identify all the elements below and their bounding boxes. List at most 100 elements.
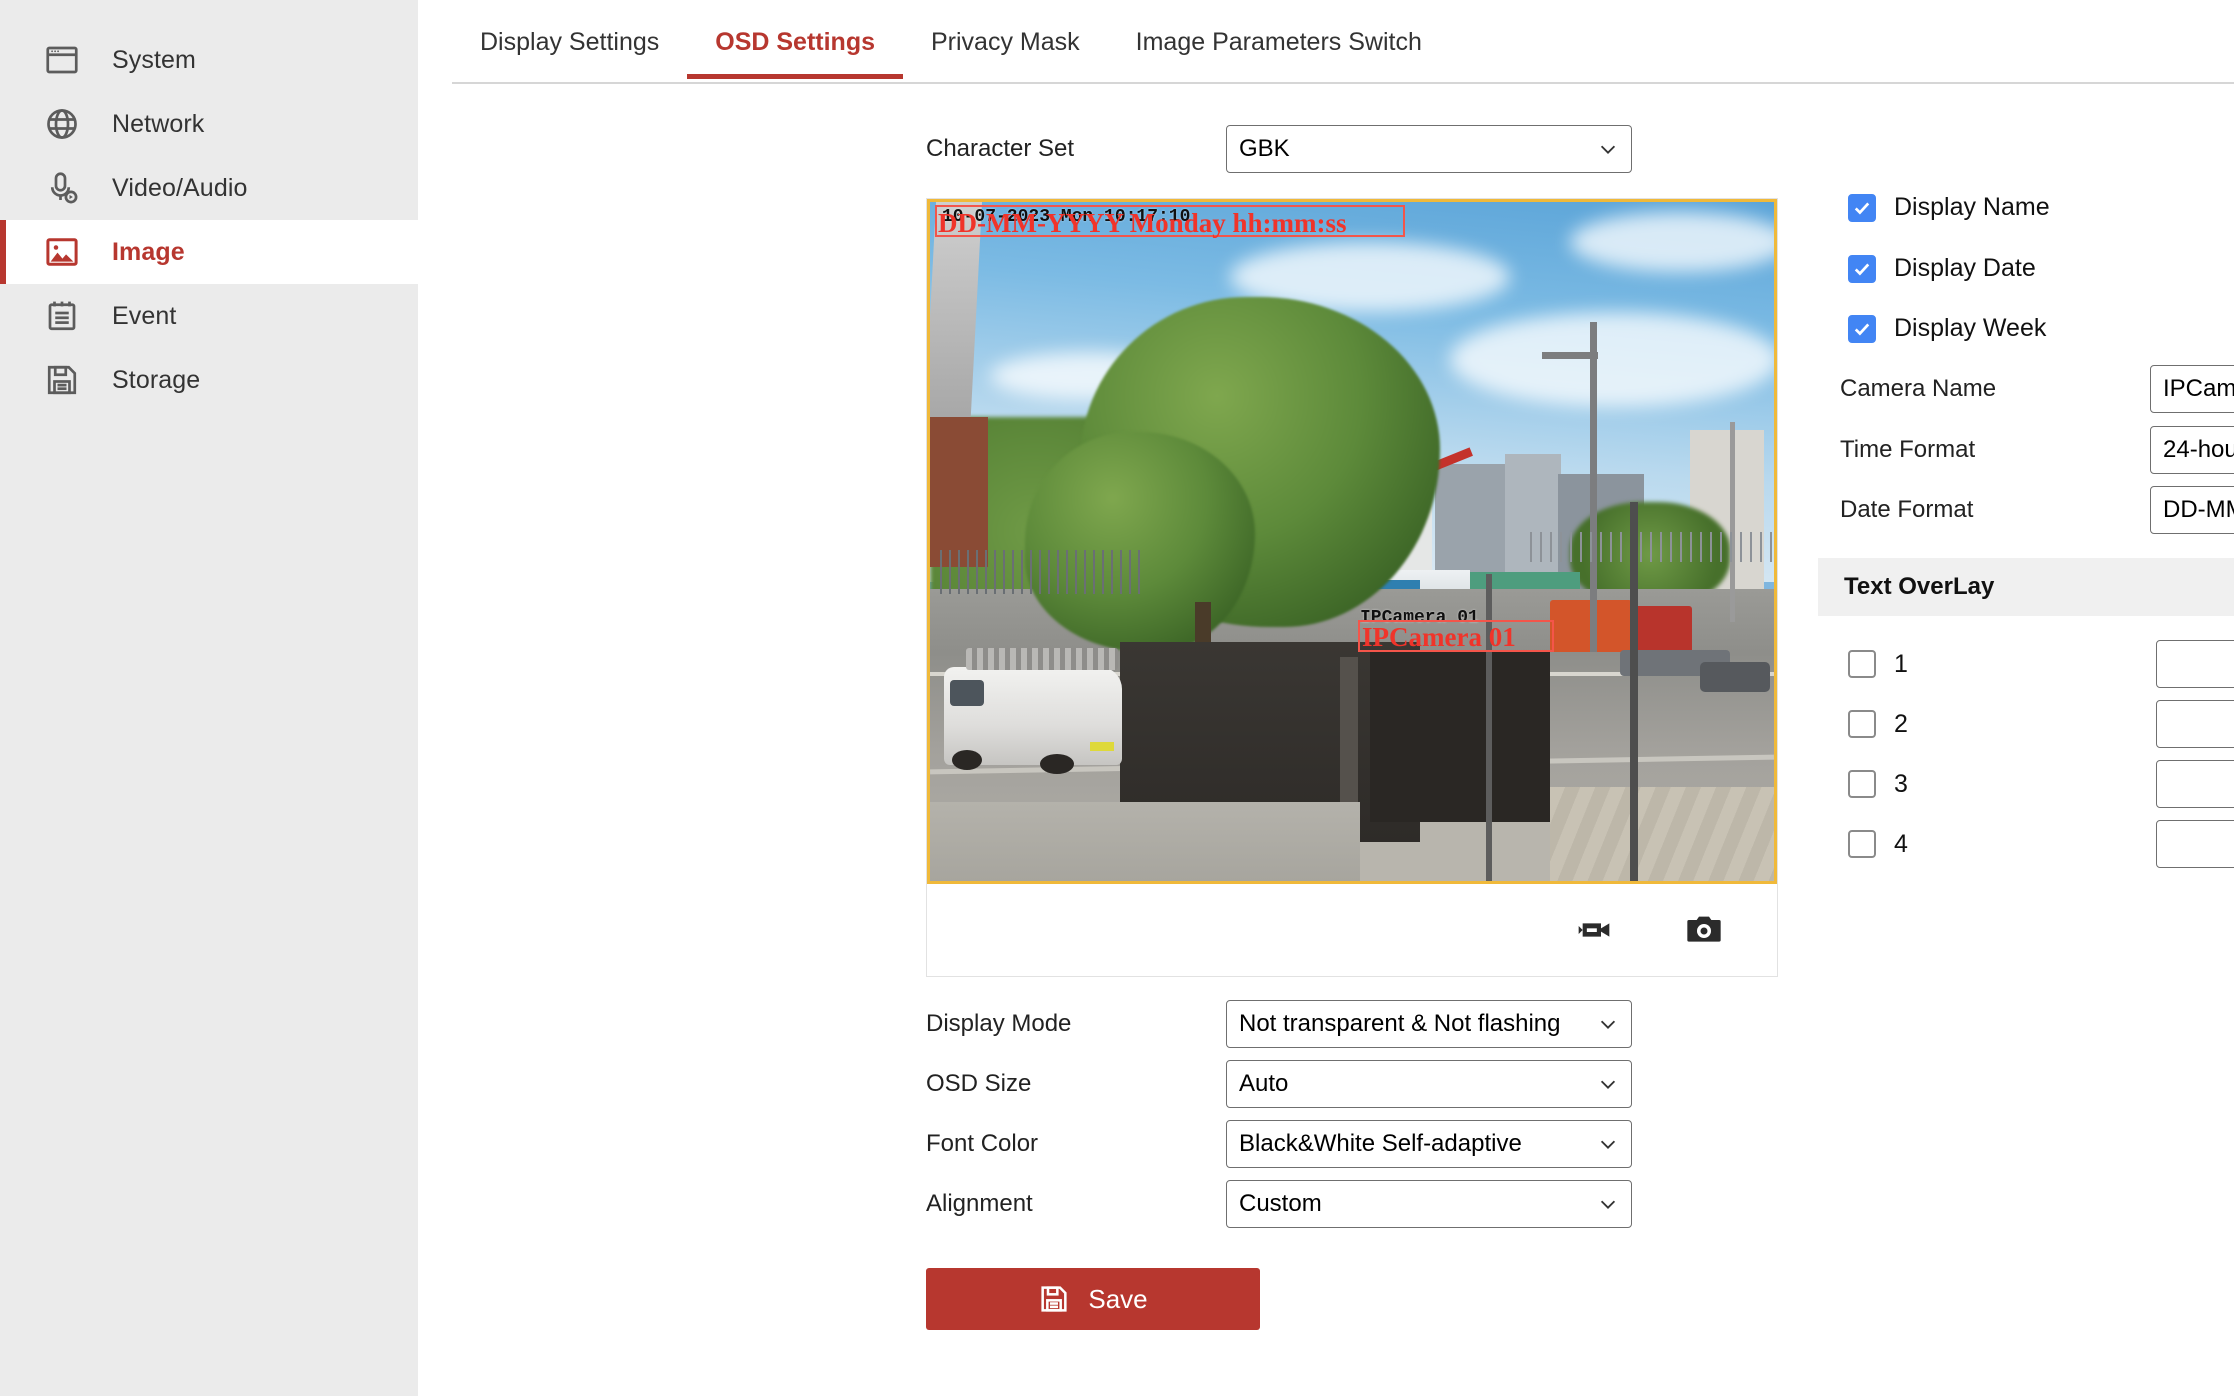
time-format-select[interactable]: 24-hour [2150, 426, 2234, 474]
tree-canopy [1025, 432, 1255, 652]
display-mode-select[interactable]: Not transparent & Not flashing [1226, 1000, 1632, 1048]
railing-fence [940, 550, 1140, 594]
text-overlay-title: Text OverLay [1844, 573, 1994, 601]
osd-settings-page: System Network [0, 0, 2234, 1396]
camera-name-input[interactable]: IPCamera 01 [2150, 365, 2234, 413]
display-date-checkbox-row[interactable]: Display Date [1848, 254, 2036, 283]
display-date-checkbox[interactable] [1848, 255, 1876, 283]
text-overlay-input-4[interactable] [2156, 820, 2234, 868]
image-icon [42, 232, 82, 272]
pole [1630, 502, 1638, 884]
text-overlay-input-3[interactable] [2156, 760, 2234, 808]
date-format-select[interactable]: DD-MM-YYYY [2150, 486, 2234, 534]
font-color-row: Font Color Black&White Self-adaptive [926, 1120, 1632, 1168]
tab-image-parameters-switch[interactable]: Image Parameters Switch [1108, 22, 1450, 77]
lamp-post [1590, 322, 1597, 652]
text-overlay-index-4: 4 [1894, 830, 2156, 859]
tab-bar: Display Settings OSD Settings Privacy Ma… [452, 22, 2234, 84]
date-format-label: Date Format [1840, 496, 2150, 524]
osd-size-select[interactable]: Auto [1226, 1060, 1632, 1108]
text-overlay-row: 2 [1848, 700, 2234, 748]
video-toolbar [927, 884, 1777, 976]
display-mode-label: Display Mode [926, 1010, 1226, 1038]
alignment-value: Custom [1239, 1190, 1591, 1218]
photo-camera-icon[interactable] [1683, 909, 1725, 951]
van-wheel [952, 750, 982, 770]
text-overlay-checkbox-3[interactable] [1848, 770, 1876, 798]
sidebar-item-storage[interactable]: Storage [0, 348, 418, 412]
font-color-select[interactable]: Black&White Self-adaptive [1226, 1120, 1632, 1168]
window-icon [42, 40, 82, 80]
live-video-view[interactable]: 10-07-2023 Mon 10:17:10 DD-MM-YYYY Monda… [927, 199, 1777, 884]
chevron-down-icon [1597, 1133, 1619, 1155]
globe-icon [42, 104, 82, 144]
sidebar-item-network[interactable]: Network [0, 92, 418, 156]
cloud [1450, 312, 1777, 407]
chevron-down-icon [1597, 138, 1619, 160]
text-overlay-checkbox-4[interactable] [1848, 830, 1876, 858]
character-set-label: Character Set [926, 135, 1226, 163]
font-color-label: Font Color [926, 1130, 1226, 1158]
text-overlay-input-1[interactable] [2156, 640, 2234, 688]
alignment-label: Alignment [926, 1190, 1226, 1218]
save-button-label: Save [1088, 1284, 1147, 1315]
display-week-label: Display Week [1894, 314, 2046, 343]
text-overlay-checkbox-1[interactable] [1848, 650, 1876, 678]
pavement [930, 802, 1360, 884]
text-overlay-section-header: Text OverLay [1818, 558, 2234, 616]
osd-size-row: OSD Size Auto [926, 1060, 1632, 1108]
sidebar-item-label: Storage [112, 366, 200, 395]
text-overlay-index-2: 2 [1894, 710, 2156, 739]
content-area: Display Settings OSD Settings Privacy Ma… [418, 0, 2234, 1396]
time-format-label: Time Format [1840, 436, 2150, 464]
osd-size-label: OSD Size [926, 1070, 1226, 1098]
sidebar-item-video-audio[interactable]: Video/Audio [0, 156, 418, 220]
calendar-icon [42, 296, 82, 336]
sidebar-item-label: Image [112, 238, 185, 267]
brick-wall [930, 417, 988, 567]
sidebar-item-label: Event [112, 302, 176, 331]
video-camera-icon[interactable] [1575, 909, 1617, 951]
camera-name-row: Camera Name IPCamera 01 [1840, 365, 2234, 413]
red-bus [1630, 606, 1692, 654]
display-date-label: Display Date [1894, 254, 2036, 283]
alignment-select[interactable]: Custom [1226, 1180, 1632, 1228]
osd-camera-name-placeholder: IPCamera 01 [1362, 622, 1516, 653]
display-name-checkbox[interactable] [1848, 194, 1876, 222]
tab-privacy-mask[interactable]: Privacy Mask [903, 22, 1108, 77]
display-name-checkbox-row[interactable]: Display Name [1848, 193, 2050, 222]
date-format-value: DD-MM-YYYY [2163, 496, 2234, 524]
sidebar-item-event[interactable]: Event [0, 284, 418, 348]
van-roof-rack [966, 648, 1118, 670]
display-week-checkbox-row[interactable]: Display Week [1848, 314, 2046, 343]
date-format-row: Date Format DD-MM-YYYY [1840, 486, 2234, 534]
text-overlay-row: 1 [1848, 640, 2234, 688]
chevron-down-icon [1597, 1013, 1619, 1035]
sidebar: System Network [0, 0, 418, 1396]
time-format-row: Time Format 24-hour [1840, 426, 2234, 474]
text-overlay-row: 3 [1848, 760, 2234, 808]
tab-osd-settings[interactable]: OSD Settings [687, 22, 903, 77]
text-overlay-index-3: 3 [1894, 770, 2156, 799]
railing-fence [1530, 532, 1777, 562]
font-color-value: Black&White Self-adaptive [1239, 1130, 1591, 1158]
lamp-post [1730, 422, 1735, 622]
save-button[interactable]: Save [926, 1268, 1260, 1330]
cloud [1570, 212, 1777, 272]
sidebar-item-label: Video/Audio [112, 174, 247, 203]
text-overlay-input-2[interactable] [2156, 700, 2234, 748]
text-overlay-row: 4 [1848, 820, 2234, 868]
text-overlay-checkbox-2[interactable] [1848, 710, 1876, 738]
display-week-checkbox[interactable] [1848, 315, 1876, 343]
character-set-select[interactable]: GBK [1226, 125, 1632, 173]
camera-name-label: Camera Name [1840, 375, 2150, 403]
video-preview-panel: 10-07-2023 Mon 10:17:10 DD-MM-YYYY Monda… [926, 198, 1778, 977]
cobble-pavement [1550, 787, 1777, 884]
character-set-value: GBK [1239, 135, 1591, 163]
tab-display-settings[interactable]: Display Settings [452, 22, 687, 77]
sidebar-item-image[interactable]: Image [0, 220, 418, 284]
text-overlay-index-1: 1 [1894, 650, 2156, 679]
sidebar-item-system[interactable]: System [0, 28, 418, 92]
display-mode-row: Display Mode Not transparent & Not flash… [926, 1000, 1632, 1048]
van-plate [1090, 742, 1114, 751]
